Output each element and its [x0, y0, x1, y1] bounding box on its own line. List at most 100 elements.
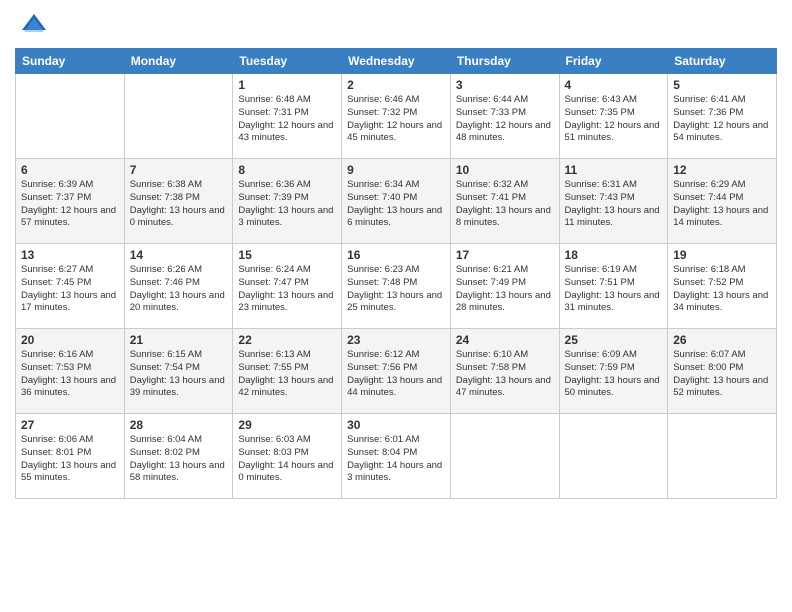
day-number: 13	[21, 248, 119, 262]
calendar-cell: 22Sunrise: 6:13 AM Sunset: 7:55 PM Dayli…	[233, 329, 342, 414]
day-number: 25	[565, 333, 663, 347]
calendar-cell	[124, 74, 233, 159]
calendar-cell	[450, 414, 559, 499]
calendar-week-2: 6 Sunrise: 6:39 AM Sunset: 7:37 PM Daylig…	[16, 159, 777, 244]
calendar-cell: 21Sunrise: 6:15 AM Sunset: 7:54 PM Dayli…	[124, 329, 233, 414]
day-info: Sunrise: 6:21 AM Sunset: 7:49 PM Dayligh…	[456, 264, 554, 315]
day-number: 12	[673, 163, 771, 177]
day-info: Sunrise: 6:12 AM Sunset: 7:56 PM Dayligh…	[347, 349, 445, 400]
day-number: 20	[21, 333, 119, 347]
day-number: 14	[130, 248, 228, 262]
day-info: Sunrise: 6:38 AM Sunset: 7:38 PM Dayligh…	[130, 179, 228, 230]
day-info: Sunrise: 6:01 AM Sunset: 8:04 PM Dayligh…	[347, 434, 445, 485]
day-number: 8	[238, 163, 336, 177]
calendar-cell: 23 Sunrise: 6:12 AM Sunset: 7:56 PM Dayli…	[342, 329, 451, 414]
calendar-table: SundayMondayTuesdayWednesdayThursdayFrid…	[15, 48, 777, 499]
weekday-header-tuesday: Tuesday	[233, 49, 342, 74]
day-number: 10	[456, 163, 554, 177]
day-number: 5	[673, 78, 771, 92]
calendar-cell: 26Sunrise: 6:07 AM Sunset: 8:00 PM Dayli…	[668, 329, 777, 414]
day-number: 11	[565, 163, 663, 177]
day-number: 28	[130, 418, 228, 432]
calendar-week-3: 13 Sunrise: 6:27 AM Sunset: 7:45 PM Dayli…	[16, 244, 777, 329]
header	[15, 10, 777, 38]
day-number: 23	[347, 333, 445, 347]
day-info: Sunrise: 6:03 AM Sunset: 8:03 PM Dayligh…	[238, 434, 336, 485]
day-number: 16	[347, 248, 445, 262]
day-info: Sunrise: 6:26 AM Sunset: 7:46 PM Dayligh…	[130, 264, 228, 315]
day-number: 27	[21, 418, 119, 432]
calendar-cell: 24 Sunrise: 6:10 AM Sunset: 7:58 PM Dayli…	[450, 329, 559, 414]
day-number: 4	[565, 78, 663, 92]
day-info: Sunrise: 6:07 AM Sunset: 8:00 PM Dayligh…	[673, 349, 771, 400]
calendar-cell: 14 Sunrise: 6:26 AM Sunset: 7:46 PM Dayli…	[124, 244, 233, 329]
calendar-cell	[559, 414, 668, 499]
calendar-cell: 9 Sunrise: 6:34 AM Sunset: 7:40 PM Daylig…	[342, 159, 451, 244]
day-info: Sunrise: 6:34 AM Sunset: 7:40 PM Dayligh…	[347, 179, 445, 230]
calendar-cell: 29 Sunrise: 6:03 AM Sunset: 8:03 PM Dayli…	[233, 414, 342, 499]
calendar-week-4: 20Sunrise: 6:16 AM Sunset: 7:53 PM Dayli…	[16, 329, 777, 414]
calendar-cell: 18 Sunrise: 6:19 AM Sunset: 7:51 PM Dayli…	[559, 244, 668, 329]
calendar-cell: 27 Sunrise: 6:06 AM Sunset: 8:01 PM Dayli…	[16, 414, 125, 499]
day-number: 24	[456, 333, 554, 347]
day-info: Sunrise: 6:18 AM Sunset: 7:52 PM Dayligh…	[673, 264, 771, 315]
day-info: Sunrise: 6:44 AM Sunset: 7:33 PM Dayligh…	[456, 94, 554, 145]
calendar-cell: 17 Sunrise: 6:21 AM Sunset: 7:49 PM Dayli…	[450, 244, 559, 329]
day-number: 6	[21, 163, 119, 177]
weekday-header-monday: Monday	[124, 49, 233, 74]
logo	[15, 10, 48, 38]
calendar-cell: 5 Sunrise: 6:41 AM Sunset: 7:36 PM Daylig…	[668, 74, 777, 159]
calendar-cell: 7Sunrise: 6:38 AM Sunset: 7:38 PM Daylig…	[124, 159, 233, 244]
calendar-cell: 1 Sunrise: 6:48 AM Sunset: 7:31 PM Daylig…	[233, 74, 342, 159]
day-info: Sunrise: 6:23 AM Sunset: 7:48 PM Dayligh…	[347, 264, 445, 315]
day-number: 1	[238, 78, 336, 92]
day-info: Sunrise: 6:27 AM Sunset: 7:45 PM Dayligh…	[21, 264, 119, 315]
day-number: 3	[456, 78, 554, 92]
day-number: 22	[238, 333, 336, 347]
calendar-cell: 6 Sunrise: 6:39 AM Sunset: 7:37 PM Daylig…	[16, 159, 125, 244]
logo-icon	[20, 10, 48, 38]
day-number: 9	[347, 163, 445, 177]
day-info: Sunrise: 6:09 AM Sunset: 7:59 PM Dayligh…	[565, 349, 663, 400]
day-number: 15	[238, 248, 336, 262]
calendar-cell: 2Sunrise: 6:46 AM Sunset: 7:32 PM Daylig…	[342, 74, 451, 159]
day-info: Sunrise: 6:06 AM Sunset: 8:01 PM Dayligh…	[21, 434, 119, 485]
weekday-header-friday: Friday	[559, 49, 668, 74]
calendar-cell: 20Sunrise: 6:16 AM Sunset: 7:53 PM Dayli…	[16, 329, 125, 414]
calendar-cell: 3 Sunrise: 6:44 AM Sunset: 7:33 PM Daylig…	[450, 74, 559, 159]
calendar-week-5: 27 Sunrise: 6:06 AM Sunset: 8:01 PM Dayli…	[16, 414, 777, 499]
day-info: Sunrise: 6:24 AM Sunset: 7:47 PM Dayligh…	[238, 264, 336, 315]
calendar-cell: 11 Sunrise: 6:31 AM Sunset: 7:43 PM Dayli…	[559, 159, 668, 244]
day-info: Sunrise: 6:43 AM Sunset: 7:35 PM Dayligh…	[565, 94, 663, 145]
calendar-cell: 16 Sunrise: 6:23 AM Sunset: 7:48 PM Dayli…	[342, 244, 451, 329]
day-number: 19	[673, 248, 771, 262]
day-info: Sunrise: 6:31 AM Sunset: 7:43 PM Dayligh…	[565, 179, 663, 230]
day-number: 21	[130, 333, 228, 347]
calendar-cell: 13 Sunrise: 6:27 AM Sunset: 7:45 PM Dayli…	[16, 244, 125, 329]
calendar-cell: 4 Sunrise: 6:43 AM Sunset: 7:35 PM Daylig…	[559, 74, 668, 159]
calendar-cell: 19 Sunrise: 6:18 AM Sunset: 7:52 PM Dayli…	[668, 244, 777, 329]
weekday-header-sunday: Sunday	[16, 49, 125, 74]
day-info: Sunrise: 6:39 AM Sunset: 7:37 PM Dayligh…	[21, 179, 119, 230]
day-info: Sunrise: 6:19 AM Sunset: 7:51 PM Dayligh…	[565, 264, 663, 315]
calendar-cell: 8 Sunrise: 6:36 AM Sunset: 7:39 PM Daylig…	[233, 159, 342, 244]
calendar-header-row: SundayMondayTuesdayWednesdayThursdayFrid…	[16, 49, 777, 74]
day-number: 17	[456, 248, 554, 262]
calendar-cell	[668, 414, 777, 499]
calendar-week-1: 1 Sunrise: 6:48 AM Sunset: 7:31 PM Daylig…	[16, 74, 777, 159]
day-info: Sunrise: 6:48 AM Sunset: 7:31 PM Dayligh…	[238, 94, 336, 145]
day-info: Sunrise: 6:36 AM Sunset: 7:39 PM Dayligh…	[238, 179, 336, 230]
calendar-cell: 28Sunrise: 6:04 AM Sunset: 8:02 PM Dayli…	[124, 414, 233, 499]
day-number: 29	[238, 418, 336, 432]
calendar-cell: 12 Sunrise: 6:29 AM Sunset: 7:44 PM Dayli…	[668, 159, 777, 244]
day-info: Sunrise: 6:41 AM Sunset: 7:36 PM Dayligh…	[673, 94, 771, 145]
weekday-header-wednesday: Wednesday	[342, 49, 451, 74]
calendar-cell: 30 Sunrise: 6:01 AM Sunset: 8:04 PM Dayli…	[342, 414, 451, 499]
day-number: 18	[565, 248, 663, 262]
day-info: Sunrise: 6:29 AM Sunset: 7:44 PM Dayligh…	[673, 179, 771, 230]
calendar-cell: 15 Sunrise: 6:24 AM Sunset: 7:47 PM Dayli…	[233, 244, 342, 329]
day-info: Sunrise: 6:10 AM Sunset: 7:58 PM Dayligh…	[456, 349, 554, 400]
page: SundayMondayTuesdayWednesdayThursdayFrid…	[0, 0, 792, 612]
day-number: 30	[347, 418, 445, 432]
weekday-header-thursday: Thursday	[450, 49, 559, 74]
